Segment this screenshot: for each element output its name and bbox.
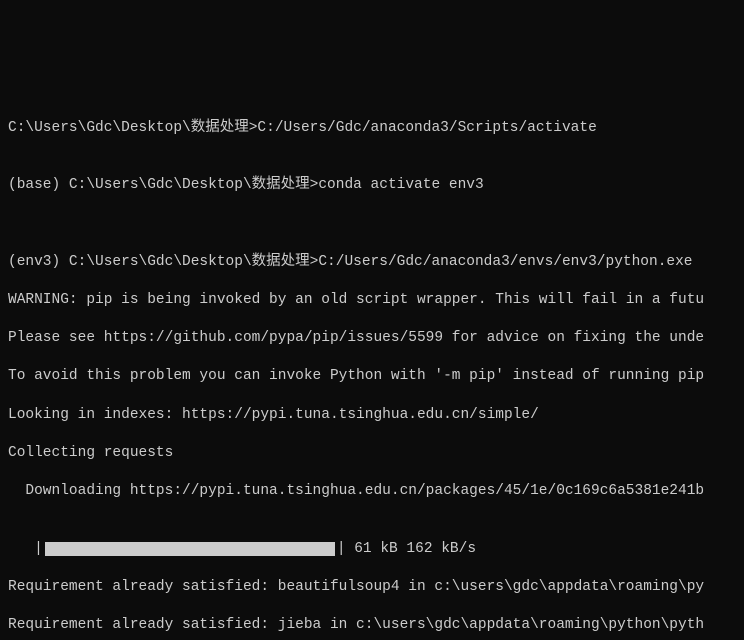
output-line: Requirement already satisfied: jieba in … (8, 616, 736, 635)
output-line: To avoid this problem you can invoke Pyt… (8, 367, 736, 386)
progress-suffix: | 61 kB 162 kB/s (337, 540, 476, 559)
output-line: Requirement already satisfied: beautiful… (8, 578, 736, 597)
output-line: WARNING: pip is being invoked by an old … (8, 291, 736, 310)
output-line: Please see https://github.com/pypa/pip/i… (8, 329, 736, 348)
progress-bar (45, 542, 335, 556)
output-line: C:\Users\Gdc\Desktop\数据处理>C:/Users/Gdc/a… (8, 119, 736, 138)
terminal-output[interactable]: C:\Users\Gdc\Desktop\数据处理>C:/Users/Gdc/a… (0, 96, 744, 640)
output-line: Collecting requests (8, 444, 736, 463)
output-line: (env3) C:\Users\Gdc\Desktop\数据处理>C:/User… (8, 253, 736, 272)
output-line: (base) C:\Users\Gdc\Desktop\数据处理>conda a… (8, 176, 736, 195)
output-line: Downloading https://pypi.tuna.tsinghua.e… (8, 482, 736, 501)
progress-prefix: | (8, 540, 43, 559)
progress-line: | | 61 kB 162 kB/s (8, 540, 736, 559)
output-line: Looking in indexes: https://pypi.tuna.ts… (8, 406, 736, 425)
